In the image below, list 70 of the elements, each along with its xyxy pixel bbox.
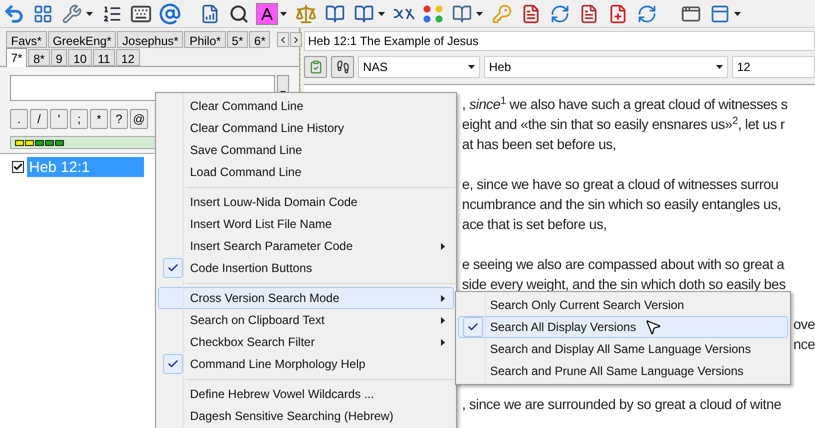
caret-icon bbox=[716, 65, 723, 69]
tab[interactable]: 6* bbox=[249, 31, 270, 48]
menu-item[interactable]: Search All Display Versions bbox=[458, 316, 788, 338]
status-squares-icon bbox=[15, 140, 67, 146]
menu-item[interactable]: Dagesh Sensitive Searching (Hebrew) bbox=[158, 405, 454, 427]
menu-item[interactable]: Insert Louw-Nida Domain Code bbox=[158, 191, 454, 213]
menu-item[interactable]: Search and Prune All Same Language Versions bbox=[458, 360, 788, 382]
verse-text: ace that is set before us, bbox=[462, 215, 607, 234]
title-field[interactable]: Heb 12:1 The Example of Jesus bbox=[304, 31, 815, 51]
menu-item[interactable]: Search Only Current Search Version bbox=[458, 294, 788, 316]
menu-item[interactable]: Search and Display All Same Language Versions bbox=[458, 338, 788, 360]
tab[interactable]: 9 bbox=[50, 49, 68, 66]
tab[interactable]: Favs* bbox=[6, 31, 47, 48]
caret-icon[interactable] bbox=[86, 12, 93, 16]
menu-item[interactable]: Clear Command Line History bbox=[158, 117, 454, 139]
checkbox[interactable] bbox=[12, 161, 24, 173]
verse-text: , since we are surrounded by so great a cloud of witne bbox=[462, 395, 782, 414]
code-button[interactable]: ' bbox=[50, 109, 68, 129]
tab[interactable]: Josephus* bbox=[117, 31, 184, 48]
verse-text: ove bbox=[793, 315, 815, 334]
footprints-button[interactable] bbox=[331, 56, 354, 78]
scroll-left-button[interactable] bbox=[277, 32, 290, 47]
verse-text: nce bbox=[793, 335, 815, 354]
menu-item[interactable]: Clear Command Line bbox=[158, 95, 454, 117]
book-dropdown[interactable]: Heb bbox=[484, 56, 728, 78]
tab[interactable]: 5* bbox=[226, 31, 248, 48]
caret-icon[interactable] bbox=[734, 12, 741, 16]
caret-icon[interactable] bbox=[280, 12, 287, 16]
tab[interactable]: 12 bbox=[116, 49, 140, 66]
tab[interactable]: Philo* bbox=[184, 31, 226, 48]
verse-text: eight and «the sin that so easily ensnares us»$^{2}$, let us r bbox=[462, 114, 785, 134]
menu-item[interactable]: Cross Version Search Mode bbox=[158, 287, 454, 309]
code-button[interactable]: @ bbox=[130, 109, 148, 129]
verse-text: ncumbrance and the sin which so easily entangles us, bbox=[462, 195, 782, 214]
menu-item[interactable]: Define Hebrew Vowel Wildcards ... bbox=[158, 383, 454, 405]
menu-item[interactable]: Code Insertion Buttons bbox=[158, 257, 454, 279]
menu-item[interactable]: Command Line Morphology Help bbox=[158, 353, 454, 375]
checklist-button[interactable] bbox=[304, 56, 327, 78]
code-button[interactable]: . bbox=[10, 109, 28, 129]
verse-text: at has been set before us, bbox=[462, 135, 616, 154]
menu-item[interactable]: Insert Search Parameter Code bbox=[158, 235, 454, 257]
verse-text: , since$^{1}$ we also have such a great cloud of witnesses s bbox=[462, 94, 788, 114]
verse-text: side every weight, and the sin which doth so easily bes bbox=[462, 275, 786, 294]
caret-icon bbox=[468, 65, 475, 69]
tab[interactable]: GreekEng* bbox=[48, 31, 116, 48]
verse-text: e, since we have so great a cloud of witnesses surrou bbox=[462, 175, 778, 194]
tab[interactable]: 7* bbox=[6, 48, 28, 67]
code-button[interactable]: * bbox=[90, 109, 108, 129]
menu-item[interactable]: Checkbox Search Filter bbox=[158, 331, 454, 353]
menu-item[interactable]: Insert Word List File Name bbox=[158, 213, 454, 235]
footprints-icon bbox=[336, 60, 350, 74]
font-color-icon[interactable] bbox=[256, 2, 278, 24]
code-button[interactable]: ; bbox=[70, 109, 88, 129]
menu-item[interactable]: Save Command Line bbox=[158, 139, 454, 161]
tab[interactable]: 8* bbox=[28, 49, 50, 66]
version-dropdown[interactable]: NAS bbox=[358, 56, 480, 78]
tab[interactable]: 10 bbox=[68, 49, 92, 66]
caret-icon[interactable] bbox=[476, 12, 483, 16]
menu-item[interactable]: Load Command Line bbox=[158, 161, 454, 183]
verse-text: e seeing we also are compassed about with so great a bbox=[462, 255, 784, 274]
mouse-pointer-icon bbox=[644, 318, 662, 336]
at-sign-icon[interactable] bbox=[158, 2, 182, 26]
code-button[interactable]: / bbox=[30, 109, 48, 129]
tab[interactable]: 11 bbox=[92, 49, 116, 66]
chapter-field[interactable]: 12 bbox=[732, 56, 815, 78]
code-button[interactable]: ? bbox=[110, 109, 128, 129]
menu-item[interactable]: Search on Clipboard Text bbox=[158, 309, 454, 331]
clipboard-check-icon bbox=[308, 60, 322, 74]
scroll-right-button[interactable] bbox=[290, 32, 302, 47]
caret-icon[interactable] bbox=[378, 12, 385, 16]
